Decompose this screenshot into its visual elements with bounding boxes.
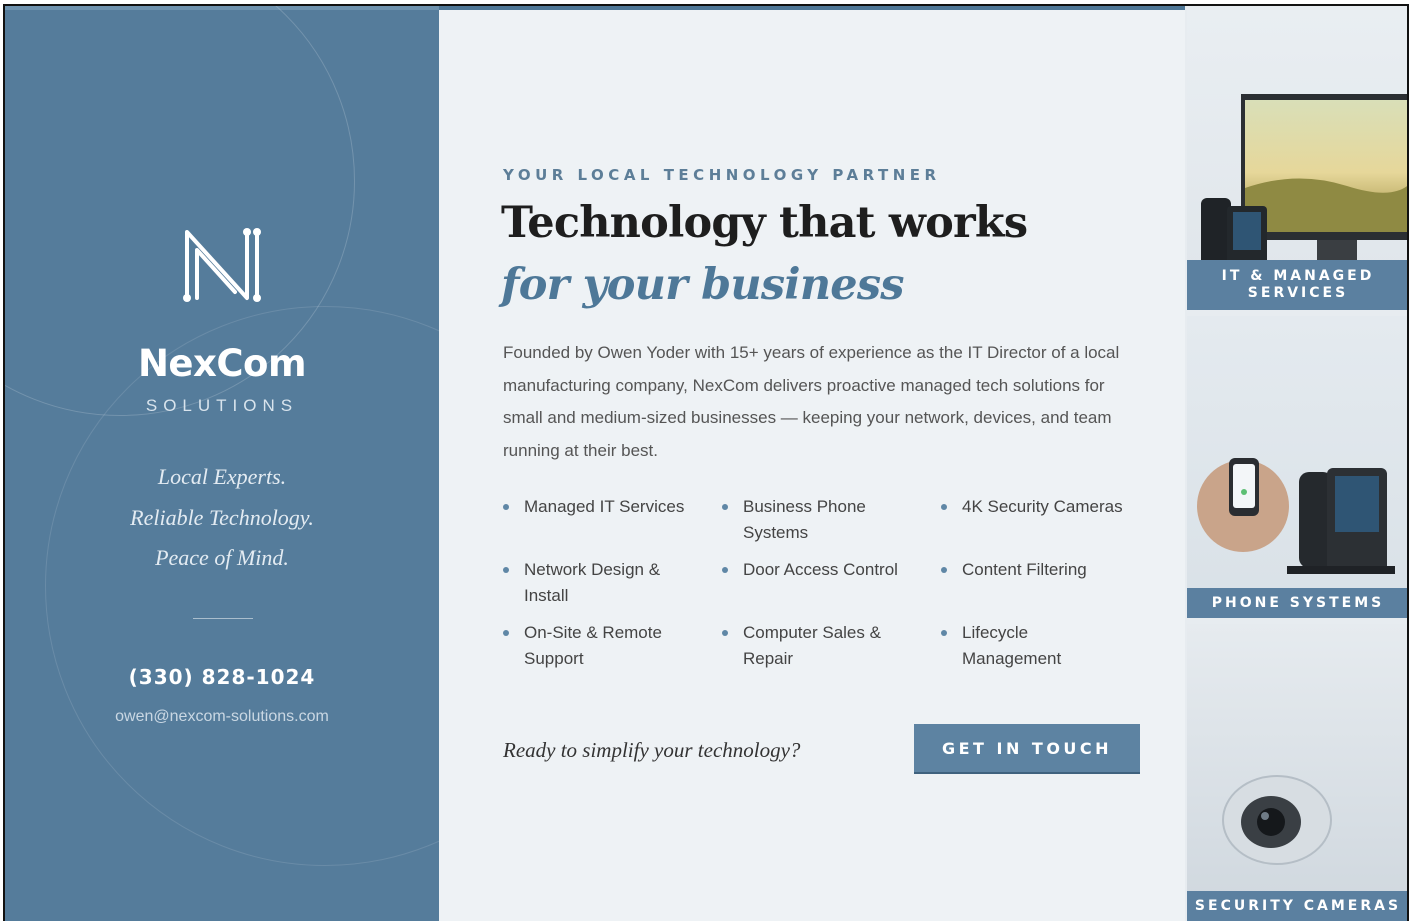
service-label: Managed IT Services: [524, 497, 685, 516]
tagline: Local Experts.: [157, 464, 287, 489]
brand-panel: NexCom SOLUTIONS Local Experts. Reliable…: [5, 6, 439, 921]
service-tiles: IT & MANAGED SERVICES PHONE SYSTEMS SECU…: [1185, 6, 1407, 921]
tile-it-services[interactable]: IT & MANAGED SERVICES: [1187, 10, 1407, 310]
service-label: Computer Sales & Repair: [743, 623, 881, 668]
list-item: Computer Sales & Repair: [722, 620, 902, 672]
phone-number[interactable]: (330) 828-1024: [5, 665, 439, 689]
service-label: Door Access Control: [743, 560, 898, 579]
security-camera-icon: [1222, 775, 1332, 865]
email-link[interactable]: owen@nexcom-solutions.com: [5, 708, 439, 726]
bullet-icon: [941, 504, 947, 510]
list-item: Managed IT Services: [503, 494, 703, 520]
nexcom-logo-icon: [183, 228, 261, 302]
tile-label: PHONE SYSTEMS: [1187, 588, 1407, 618]
bullet-icon: [722, 630, 728, 636]
service-label: On-Site & Remote Support: [524, 623, 662, 668]
phone-icon: [1197, 458, 1395, 574]
tile-security-cameras[interactable]: SECURITY CAMERAS: [1187, 624, 1407, 921]
tile-phone-systems[interactable]: PHONE SYSTEMS: [1187, 316, 1407, 618]
bullet-icon: [722, 504, 728, 510]
tile-label: IT & MANAGED SERVICES: [1187, 260, 1407, 310]
divider: [193, 618, 253, 619]
flyer: NexCom SOLUTIONS Local Experts. Reliable…: [3, 4, 1409, 921]
brand-name: NexCom: [137, 342, 307, 385]
list-item: Door Access Control: [722, 557, 922, 583]
service-label: Business Phone Systems: [743, 497, 866, 542]
tagline: Peace of Mind.: [155, 545, 289, 570]
bullet-icon: [722, 567, 728, 573]
service-label: Lifecycle Management: [962, 623, 1062, 668]
list-item: Business Phone Systems: [722, 494, 902, 546]
content-panel: YOUR LOCAL TECHNOLOGY PARTNER Technology…: [439, 6, 1185, 921]
list-item: On-Site & Remote Support: [503, 620, 683, 672]
bullet-icon: [503, 567, 509, 573]
tagline: Reliable Technology.: [130, 505, 314, 530]
bullet-icon: [503, 504, 509, 510]
headline-line-1: Technology that works: [501, 198, 1028, 248]
list-item: Network Design & Install: [503, 557, 683, 609]
get-in-touch-button[interactable]: GET IN TOUCH: [914, 724, 1140, 772]
eyebrow-heading: YOUR LOCAL TECHNOLOGY PARTNER: [503, 166, 941, 184]
service-label: Content Filtering: [962, 560, 1087, 579]
list-item: Lifecycle Management: [941, 620, 1091, 672]
intro-paragraph: Founded by Owen Yoder with 15+ years of …: [503, 343, 1120, 460]
list-item: Content Filtering: [941, 557, 1151, 583]
brand-subtitle: SOLUTIONS: [145, 396, 299, 415]
cta-prompt: Ready to simplify your technology?: [503, 738, 801, 762]
content-top-line: [439, 6, 1185, 10]
tile-label: SECURITY CAMERAS: [1187, 891, 1407, 921]
bullet-icon: [941, 567, 947, 573]
list-item: 4K Security Cameras: [941, 494, 1151, 520]
service-label: Network Design & Install: [524, 560, 661, 605]
bullet-icon: [941, 630, 947, 636]
bullet-icon: [503, 630, 509, 636]
service-label: 4K Security Cameras: [962, 497, 1123, 516]
headline-line-2: for your business: [501, 260, 904, 310]
